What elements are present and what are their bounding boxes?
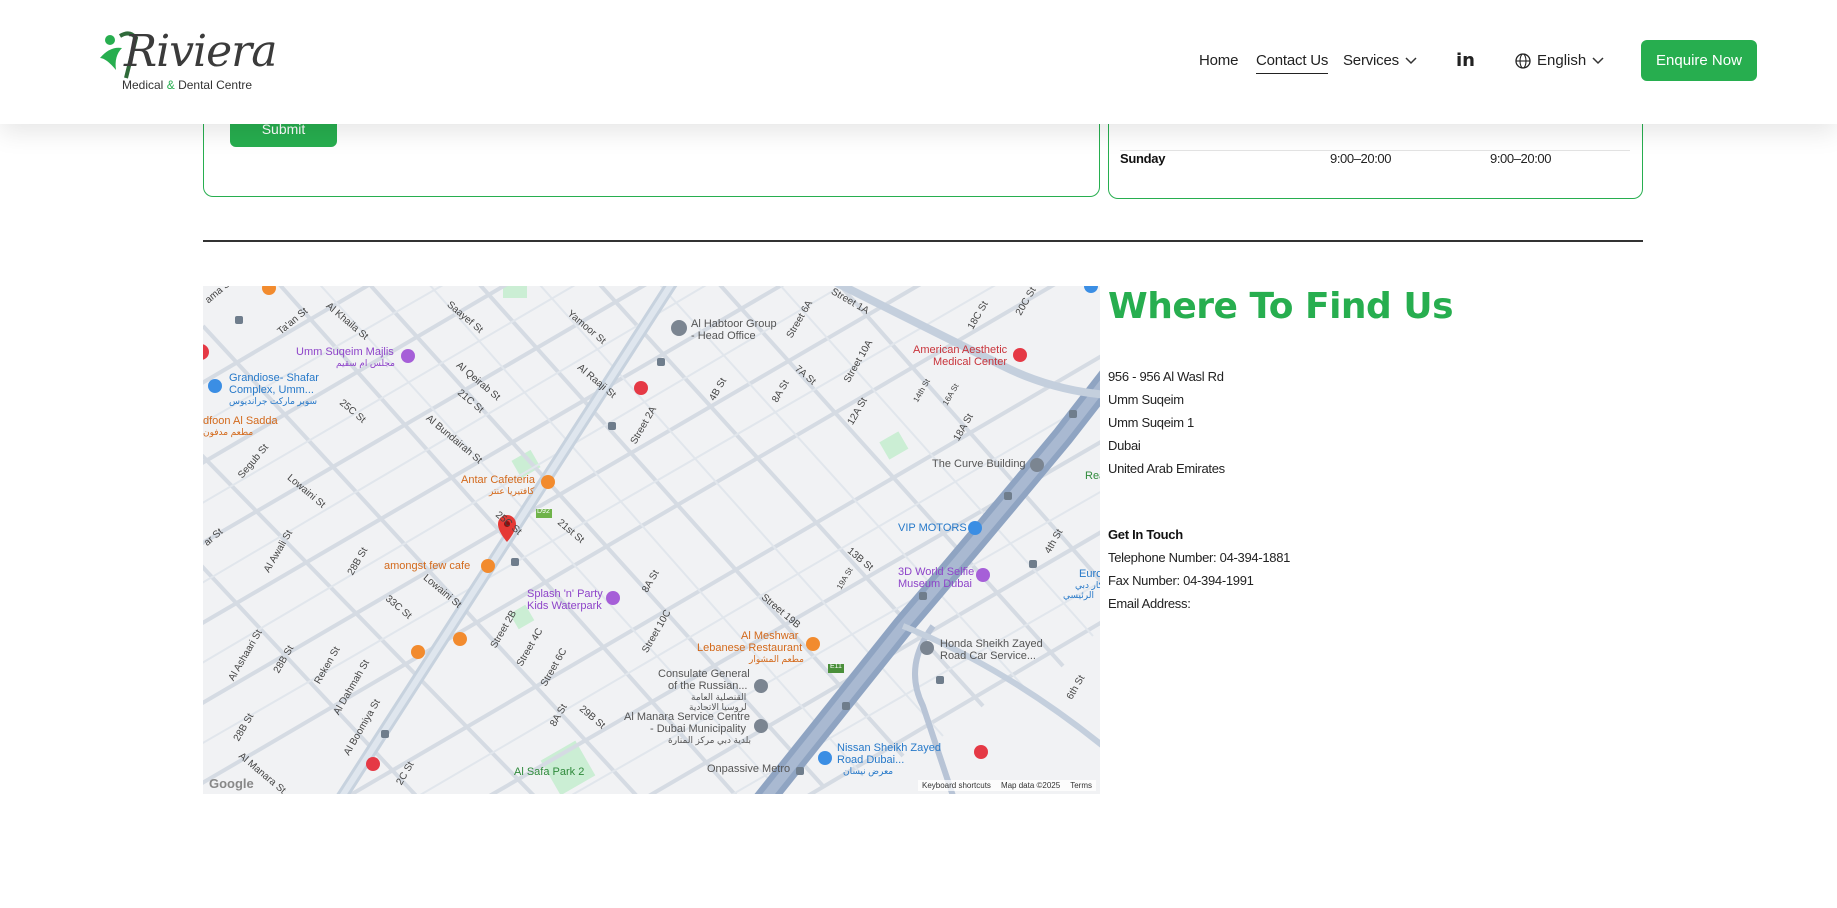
map-poi-label: amongst few cafe: [384, 560, 471, 572]
map-poi-label: American Aesthetic: [913, 344, 1008, 356]
map-poi-label: Medical Center: [933, 356, 1007, 368]
language-label: English: [1537, 52, 1587, 69]
map-poi-label: Al Habtoor Group: [691, 318, 777, 330]
chevron-down-icon: [1405, 56, 1417, 64]
map-data-attribution: Map data ©2025: [1000, 781, 1061, 790]
map-poi-label: مطعم مدفون: [203, 427, 254, 437]
map-poi-label: Honda Sheikh Zayed: [940, 638, 1043, 650]
logo-tagline-dental: Dental Centre: [178, 78, 253, 92]
map-poi-label: Splash 'n' Party: [527, 588, 603, 600]
map-poi-label: بلدية دبي مركز المنارة: [668, 735, 752, 745]
map-poi-label: Al Safa Park 2: [514, 766, 585, 778]
enquire-now-button[interactable]: Enquire Now: [1641, 40, 1757, 81]
nav-contact-us[interactable]: Contact Us: [1256, 52, 1328, 74]
linkedin-icon[interactable]: in: [1456, 50, 1475, 71]
map-poi-label: Onpassive Metro: [707, 763, 791, 775]
section-divider: [203, 240, 1643, 242]
address-line: Umm Suqeim: [1108, 392, 1184, 407]
map-poi-label: Complex, Umm...: [229, 384, 314, 396]
map-poi-label: Lebanese Restaurant: [697, 642, 803, 654]
riviera-logo[interactable]: Riviera Medical & Dental Centre: [96, 26, 277, 98]
map-poi-label: The Curve Building: [932, 458, 1026, 470]
logo-wordmark: Riviera: [124, 26, 277, 77]
map-poi-label: 3D World Selfie: [898, 566, 975, 578]
address-line: United Arab Emirates: [1108, 461, 1225, 476]
logo-tagline: Medical & Dental Centre: [122, 78, 252, 92]
get-in-touch-heading: Get In Touch: [1108, 527, 1183, 542]
map-poi-label: Road Dubai...: [837, 754, 905, 766]
hours-day: Sunday: [1120, 151, 1166, 166]
map-poi-label: Grandiose- Shafar: [229, 372, 319, 384]
map-poi-label: Antar Cafeteria: [461, 474, 535, 486]
language-selector[interactable]: English: [1515, 52, 1604, 69]
chevron-down-icon: [1592, 56, 1604, 64]
map-poi-label: Euro: [1079, 568, 1100, 580]
map-poi-label: - Head Office: [691, 330, 756, 342]
map-poi-label: الرئيسي: [1063, 590, 1094, 600]
address-line: Umm Suqeim 1: [1108, 415, 1194, 430]
where-to-find-us-heading: Where To Find Us: [1108, 286, 1454, 327]
map-poi-label: معرض نيسان: [843, 766, 894, 776]
map-poi-label: سوبر ماركت جرانديوس: [229, 396, 318, 406]
map-poi-label: Road Car Service...: [940, 650, 1036, 662]
logo-tagline-medical: Medical: [122, 78, 164, 92]
map-poi-label: dfoon Al Sadda: [203, 415, 278, 427]
map-poi-label: Rea: [1085, 470, 1100, 482]
site-header: Riviera Medical & Dental Centre Home Con…: [0, 0, 1837, 124]
map-poi-label: Umm Suqeim Majlis: [296, 346, 394, 358]
route-shield: D92: [537, 508, 550, 515]
map-poi-label: of the Russian...: [668, 680, 748, 692]
email-address: Email Address:: [1108, 596, 1191, 611]
map-poi-label: كافتيريا عنتر: [489, 486, 535, 496]
map-poi-label: Kids Waterpark: [527, 600, 602, 612]
map-poi-label: Museum Dubai: [898, 578, 972, 590]
route-shield: E11: [830, 663, 842, 670]
google-logo: Google: [209, 776, 254, 791]
hours-time-b: 9:00–20:00: [1490, 151, 1552, 166]
nav-home[interactable]: Home: [1199, 52, 1238, 69]
map-poi-label: Consulate General: [658, 668, 750, 680]
google-map[interactable]: Umm Suqeim Majlis مجلس ام سقيم Grandiose…: [203, 286, 1100, 794]
keyboard-shortcuts-link[interactable]: Keyboard shortcuts: [922, 781, 991, 790]
map-poi-label: مطعم المشوار: [749, 654, 805, 664]
map-poi-label: Al Manara Service Centre: [624, 711, 750, 723]
nav-services-label: Services: [1343, 52, 1399, 69]
map-poi-label: مجلس ام سقيم: [336, 358, 395, 368]
address-line: Dubai: [1108, 438, 1141, 453]
logo-tagline-amp: &: [166, 78, 175, 92]
map-poi-label: Nissan Sheikh Zayed: [837, 742, 941, 754]
fax-number: Fax Number: 04-394-1991: [1108, 573, 1254, 588]
telephone-number[interactable]: Telephone Number: 04-394-1881: [1108, 550, 1290, 565]
terms-link[interactable]: Terms: [1070, 781, 1092, 790]
map-poi-label: Al Meshwar: [741, 630, 799, 642]
globe-icon: [1515, 52, 1531, 69]
hours-time-a: 9:00–20:00: [1330, 151, 1392, 166]
map-poi-label: - Dubai Municipality: [650, 723, 746, 735]
address-line: 956 - 956 Al Wasl Rd: [1108, 369, 1224, 384]
nav-services[interactable]: Services: [1343, 52, 1417, 69]
map-poi-label: VIP MOTORS: [898, 522, 967, 534]
map-footer: Keyboard shortcuts Map data ©2025 Terms: [918, 780, 1096, 791]
